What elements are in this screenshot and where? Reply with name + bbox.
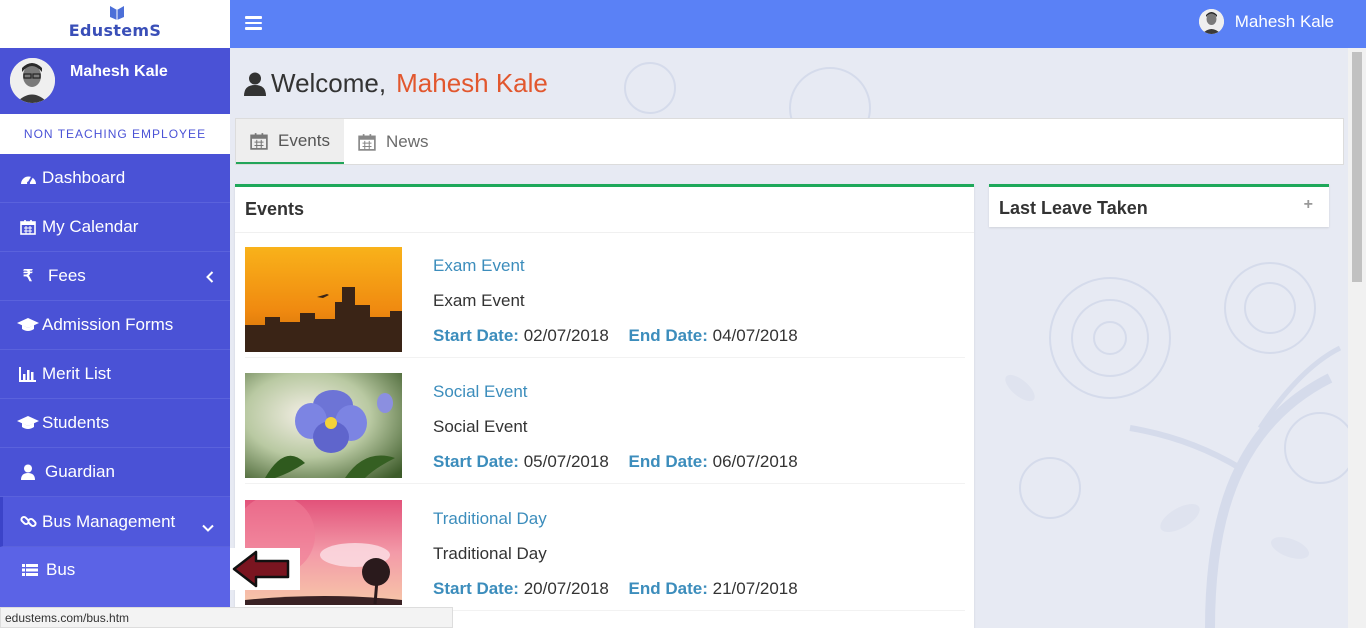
- sidebar-item-fees[interactable]: ₹ Fees: [0, 252, 230, 301]
- events-panel: Events Exam Event Exam Event Start Date:…: [235, 184, 974, 628]
- sidebar-item-guardian[interactable]: Guardian: [0, 448, 230, 497]
- welcome-user-name: Mahesh Kale: [396, 68, 548, 98]
- avatar: [10, 58, 55, 103]
- event-description: Social Event: [433, 417, 528, 436]
- event-description: Exam Event: [433, 291, 525, 310]
- sidebar-subitem-bus[interactable]: Bus: [0, 547, 230, 593]
- event-image[interactable]: [245, 373, 402, 478]
- scrollbar-thumb[interactable]: [1352, 52, 1362, 282]
- list-icon: [22, 563, 40, 577]
- event-start-date: 05/07/2018: [523, 452, 609, 471]
- sidebar-item-merit-list[interactable]: Merit List: [0, 350, 230, 399]
- browser-status-url: edustems.com/bus.htm: [0, 607, 453, 628]
- sidebar-item-label: Guardian: [45, 462, 115, 481]
- sidebar-item-dashboard[interactable]: Dashboard: [0, 154, 230, 203]
- graduation-cap-icon: [17, 316, 39, 334]
- sidebar-item-label: Dashboard: [42, 168, 126, 187]
- top-user-menu[interactable]: Mahesh Kale: [1198, 9, 1334, 34]
- event-start-date: 02/07/2018: [523, 326, 609, 345]
- sidebar-item-label: Merit List: [42, 364, 111, 383]
- main-content: Welcome, Mahesh Kale Events News Events: [230, 48, 1348, 628]
- event-title-link[interactable]: Social Event: [433, 382, 528, 402]
- sidebar-item-label: My Calendar: [42, 217, 139, 236]
- page-scrollbar[interactable]: [1348, 48, 1366, 628]
- welcome-heading: Welcome, Mahesh Kale: [244, 68, 548, 99]
- sidebar-item-bus-management[interactable]: Bus Management: [0, 497, 230, 547]
- last-leave-panel: Last Leave Taken +: [989, 184, 1329, 227]
- event-title-link[interactable]: Exam Event: [433, 256, 525, 276]
- sidebar-item-label: Fees: [48, 266, 86, 285]
- event-image[interactable]: [245, 247, 402, 352]
- menu-toggle-icon[interactable]: [245, 16, 262, 30]
- list-item: Traditional Day Traditional Day Start Da…: [245, 485, 965, 611]
- end-date-label: End Date:: [628, 579, 708, 598]
- sidebar-item-admission-forms[interactable]: Admission Forms: [0, 301, 230, 350]
- user-icon: [17, 463, 39, 481]
- chevron-down-icon: [202, 517, 214, 537]
- user-panel: Mahesh Kale: [0, 48, 230, 114]
- list-item: Exam Event Exam Event Start Date: 02/07/…: [245, 232, 965, 358]
- event-end-date: 04/07/2018: [712, 326, 798, 345]
- sidebar-item-label: Students: [42, 413, 110, 432]
- left-arrow-icon: [232, 550, 290, 588]
- dashboard-icon: [17, 169, 39, 187]
- last-leave-panel-title: Last Leave Taken: [999, 198, 1148, 218]
- sidebar-item-my-calendar[interactable]: My Calendar: [0, 203, 230, 252]
- tab-news[interactable]: News: [344, 119, 443, 164]
- end-date-label: End Date:: [628, 326, 708, 345]
- sidebar-subitem-label: Bus: [46, 560, 76, 579]
- logo-book-icon: [110, 6, 124, 20]
- event-dates: Start Date: 05/07/2018 End Date: 06/07/2…: [433, 452, 798, 472]
- sidebar-item-students[interactable]: Students: [0, 399, 230, 448]
- sidebar: EdustemS Mahesh Kale NON TEACHING EMPLOY…: [0, 0, 230, 628]
- tab-events[interactable]: Events: [236, 119, 344, 164]
- rupee-icon: ₹: [22, 268, 34, 285]
- event-end-date: 06/07/2018: [712, 452, 798, 471]
- calendar-icon: [358, 133, 376, 151]
- sidebar-item-label: Admission Forms: [42, 315, 174, 334]
- user-role: NON TEACHING EMPLOYEE: [0, 114, 230, 154]
- event-title-link[interactable]: Traditional Day: [433, 509, 547, 529]
- start-date-label: Start Date:: [433, 452, 519, 471]
- start-date-label: Start Date:: [433, 326, 519, 345]
- tab-label: News: [385, 131, 429, 151]
- bar-chart-icon: [17, 365, 39, 383]
- sidebar-user-name: Mahesh Kale: [70, 63, 168, 80]
- graduation-cap-icon: [17, 414, 39, 432]
- sidebar-item-label: Bus Management: [42, 511, 176, 531]
- avatar: [1198, 9, 1224, 34]
- logo[interactable]: EdustemS: [0, 0, 230, 48]
- top-user-name: Mahesh Kale: [1234, 11, 1334, 31]
- user-icon: [244, 72, 266, 96]
- start-date-label: Start Date:: [433, 579, 519, 598]
- pointer-arrow-annotation: [230, 548, 300, 590]
- event-dates: Start Date: 20/07/2018 End Date: 21/07/2…: [433, 579, 798, 599]
- bus-submenu: Bus: [0, 547, 230, 607]
- tab-label: Events: [278, 130, 330, 150]
- expand-plus-icon[interactable]: +: [1304, 196, 1313, 214]
- events-news-tabs: Events News: [235, 118, 1344, 165]
- calendar-icon: [17, 218, 39, 236]
- end-date-label: End Date:: [628, 452, 708, 471]
- top-navbar: Mahesh Kale: [230, 0, 1366, 48]
- event-description: Traditional Day: [433, 544, 547, 563]
- link-icon: [17, 513, 39, 531]
- list-item: Social Event Social Event Start Date: 05…: [245, 358, 965, 484]
- welcome-text: Welcome,: [271, 68, 387, 98]
- event-dates: Start Date: 02/07/2018 End Date: 04/07/2…: [433, 326, 798, 346]
- chevron-left-icon: [206, 268, 214, 288]
- events-panel-title: Events: [235, 187, 974, 233]
- logo-text: EdustemS: [68, 20, 162, 40]
- event-end-date: 21/07/2018: [712, 579, 798, 598]
- calendar-icon: [250, 132, 268, 150]
- event-start-date: 20/07/2018: [523, 579, 609, 598]
